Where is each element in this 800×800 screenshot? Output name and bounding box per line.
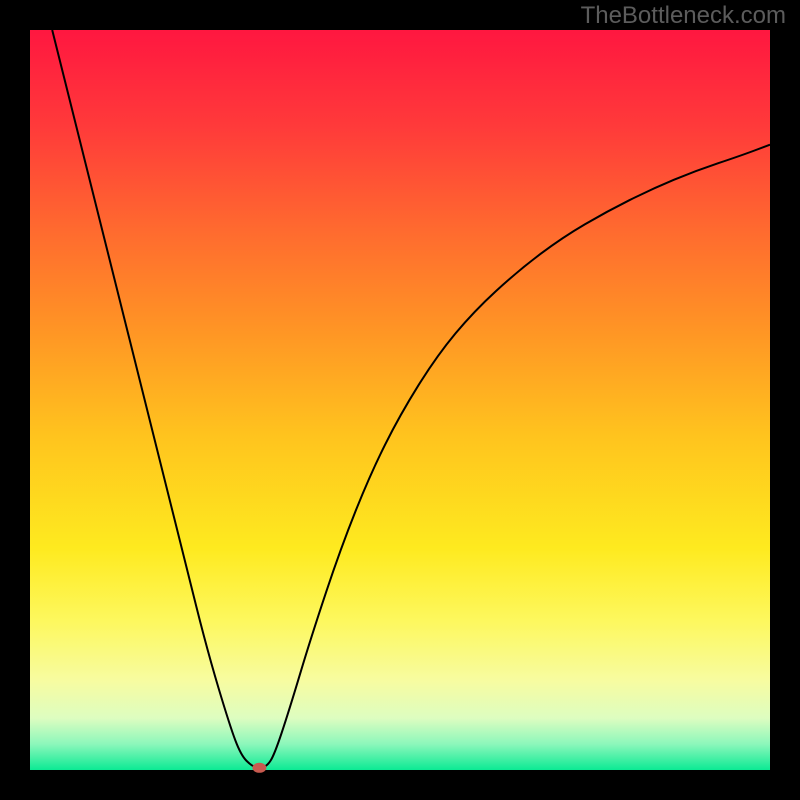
bottleneck-chart xyxy=(0,0,800,800)
current-point-marker xyxy=(252,763,266,773)
watermark-text: TheBottleneck.com xyxy=(581,2,786,30)
plot-background xyxy=(30,30,770,770)
chart-container: TheBottleneck.com xyxy=(0,0,800,800)
